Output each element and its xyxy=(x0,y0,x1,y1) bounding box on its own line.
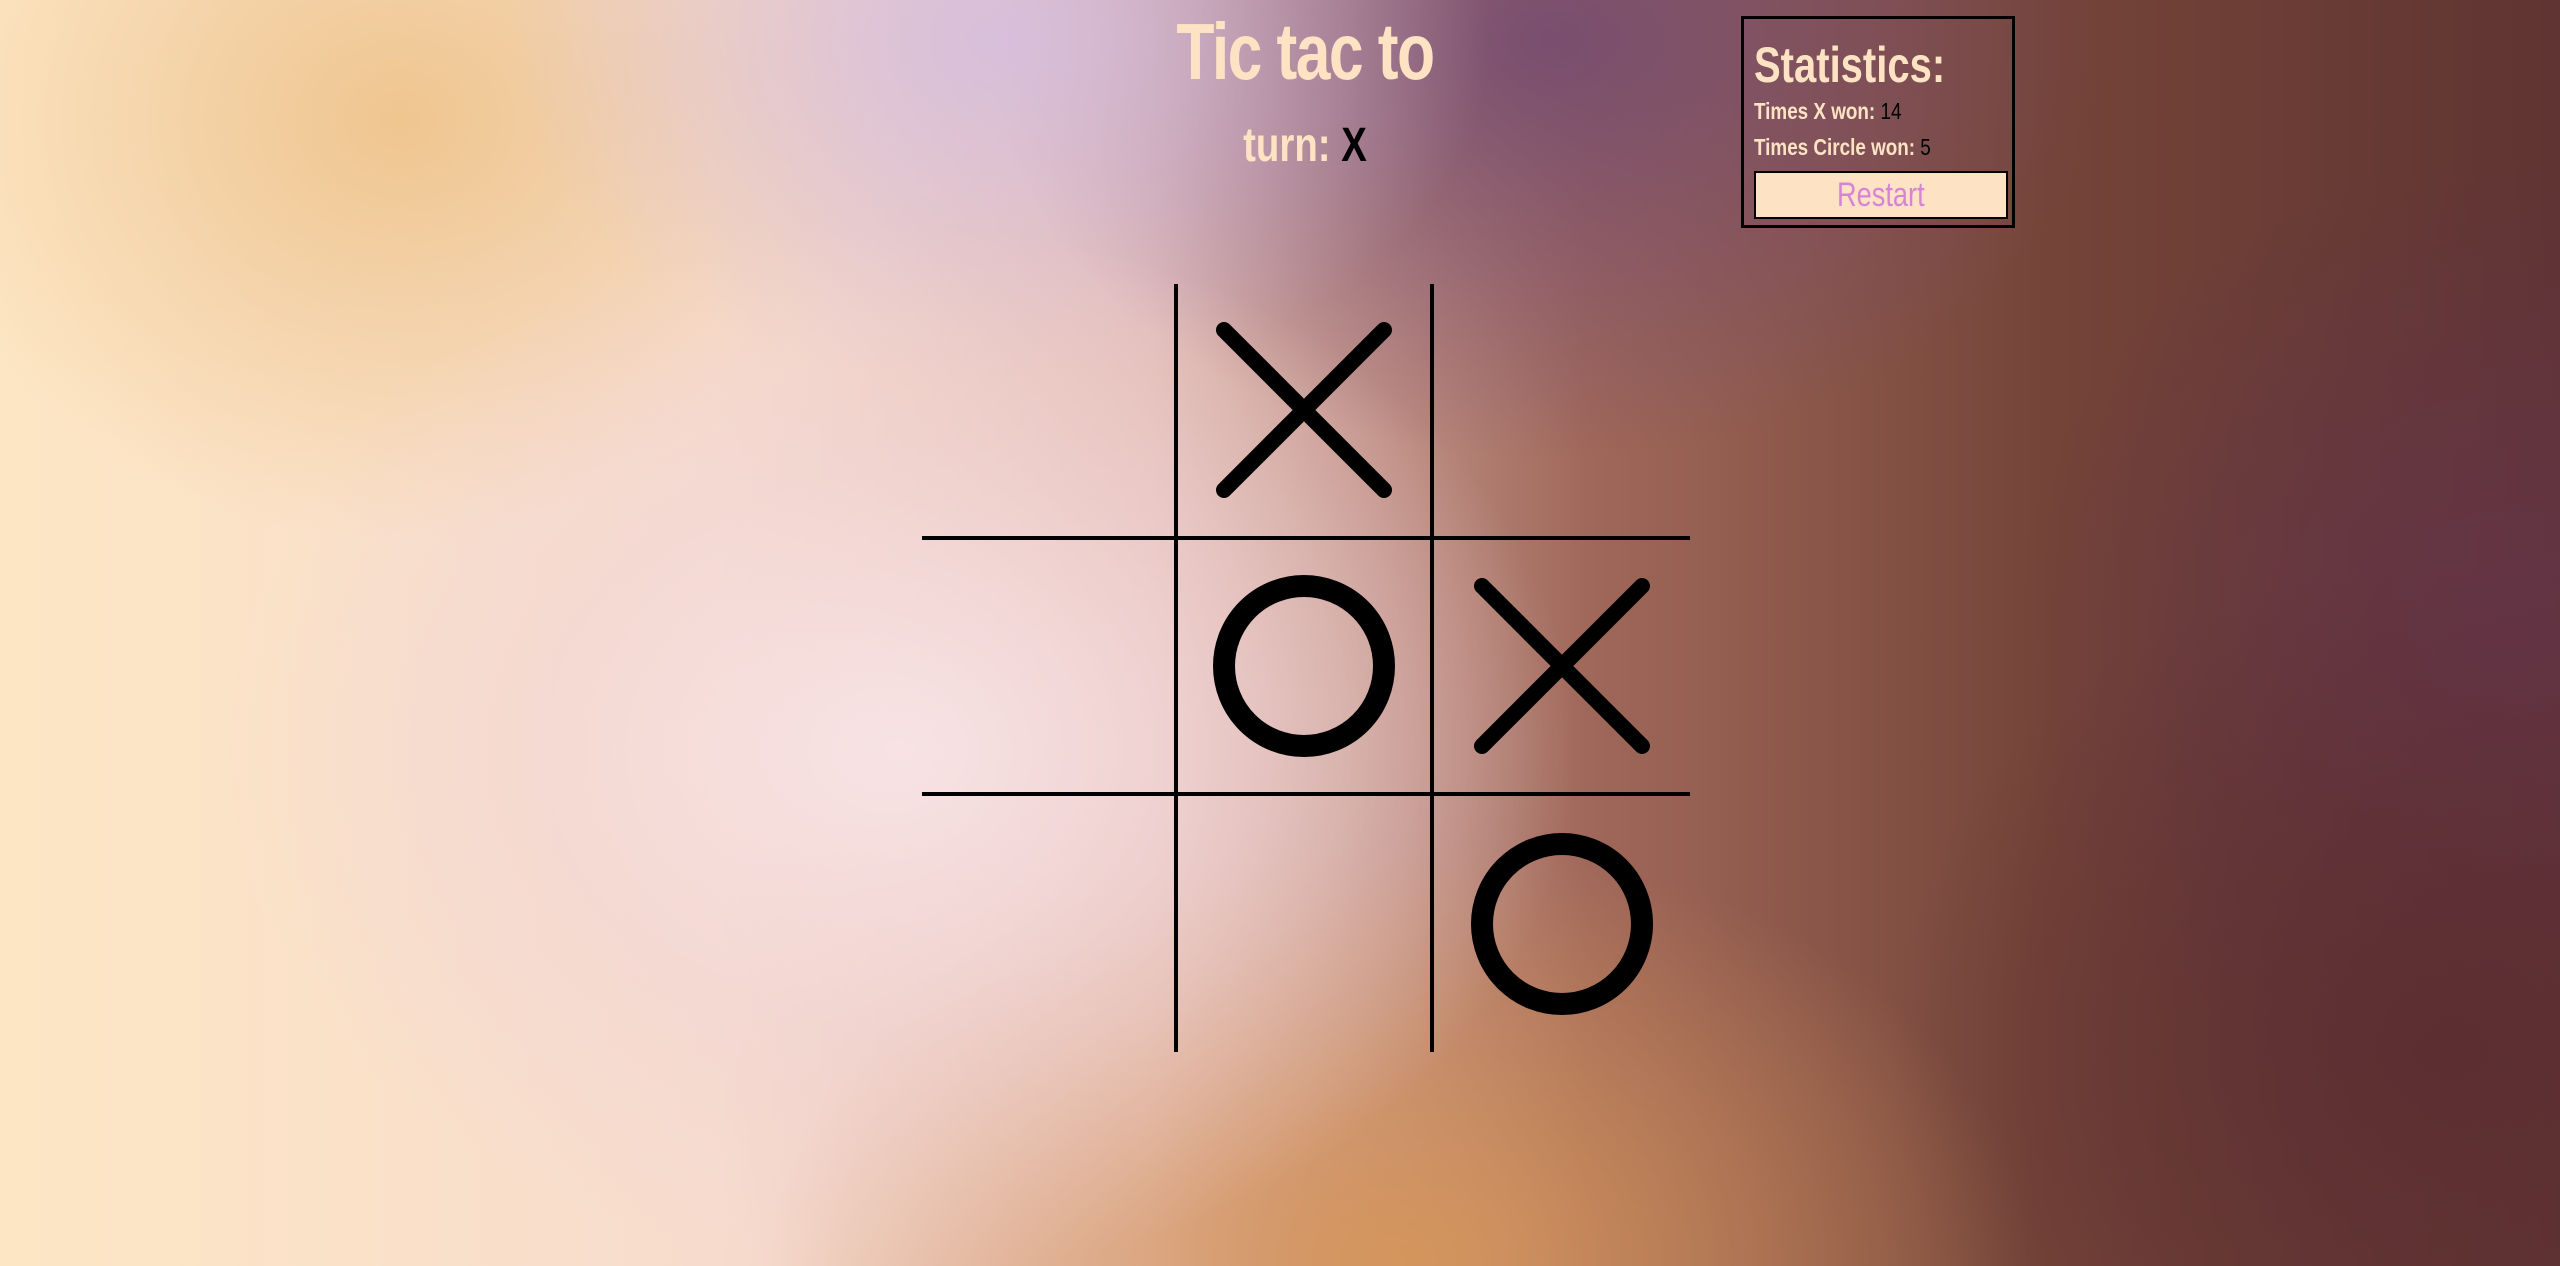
turn-value: X xyxy=(1341,119,1367,172)
x-mark-icon xyxy=(1474,578,1650,754)
restart-button-label: Restart xyxy=(1837,176,1925,214)
circle-mark-icon xyxy=(1213,575,1395,757)
board-cell-3[interactable] xyxy=(1434,284,1690,540)
board-cell-5[interactable] xyxy=(1178,540,1434,796)
board-cell-4[interactable] xyxy=(922,540,1178,796)
x-wins-row: Times X won: 14 xyxy=(1754,93,1957,129)
board-cell-1[interactable] xyxy=(922,284,1178,540)
x-mark-icon xyxy=(1216,322,1392,498)
statistics-title: Statistics: xyxy=(1754,37,1946,93)
turn-indicator: turn: X xyxy=(261,118,2349,173)
game-board xyxy=(922,284,1690,1052)
page-title: Tic tac to xyxy=(1176,7,1435,96)
board-cell-8[interactable] xyxy=(1178,796,1434,1052)
x-wins-label: Times X won: xyxy=(1754,98,1876,124)
circle-wins-row: Times Circle won: 5 xyxy=(1754,129,1957,165)
circle-wins-label: Times Circle won: xyxy=(1754,134,1916,160)
circle-mark-icon xyxy=(1471,833,1653,1015)
circle-wins-count: 5 xyxy=(1920,134,1931,160)
statistics-panel: Statistics: Times X won: 14 Times Circle… xyxy=(1741,16,2015,228)
restart-button[interactable]: Restart xyxy=(1754,171,2008,219)
turn-label: turn: xyxy=(1243,119,1331,172)
board-cell-6[interactable] xyxy=(1434,540,1690,796)
board-cell-7[interactable] xyxy=(922,796,1178,1052)
x-wins-count: 14 xyxy=(1880,98,1902,124)
board-cell-2[interactable] xyxy=(1178,284,1434,540)
board-cell-9[interactable] xyxy=(1434,796,1690,1052)
